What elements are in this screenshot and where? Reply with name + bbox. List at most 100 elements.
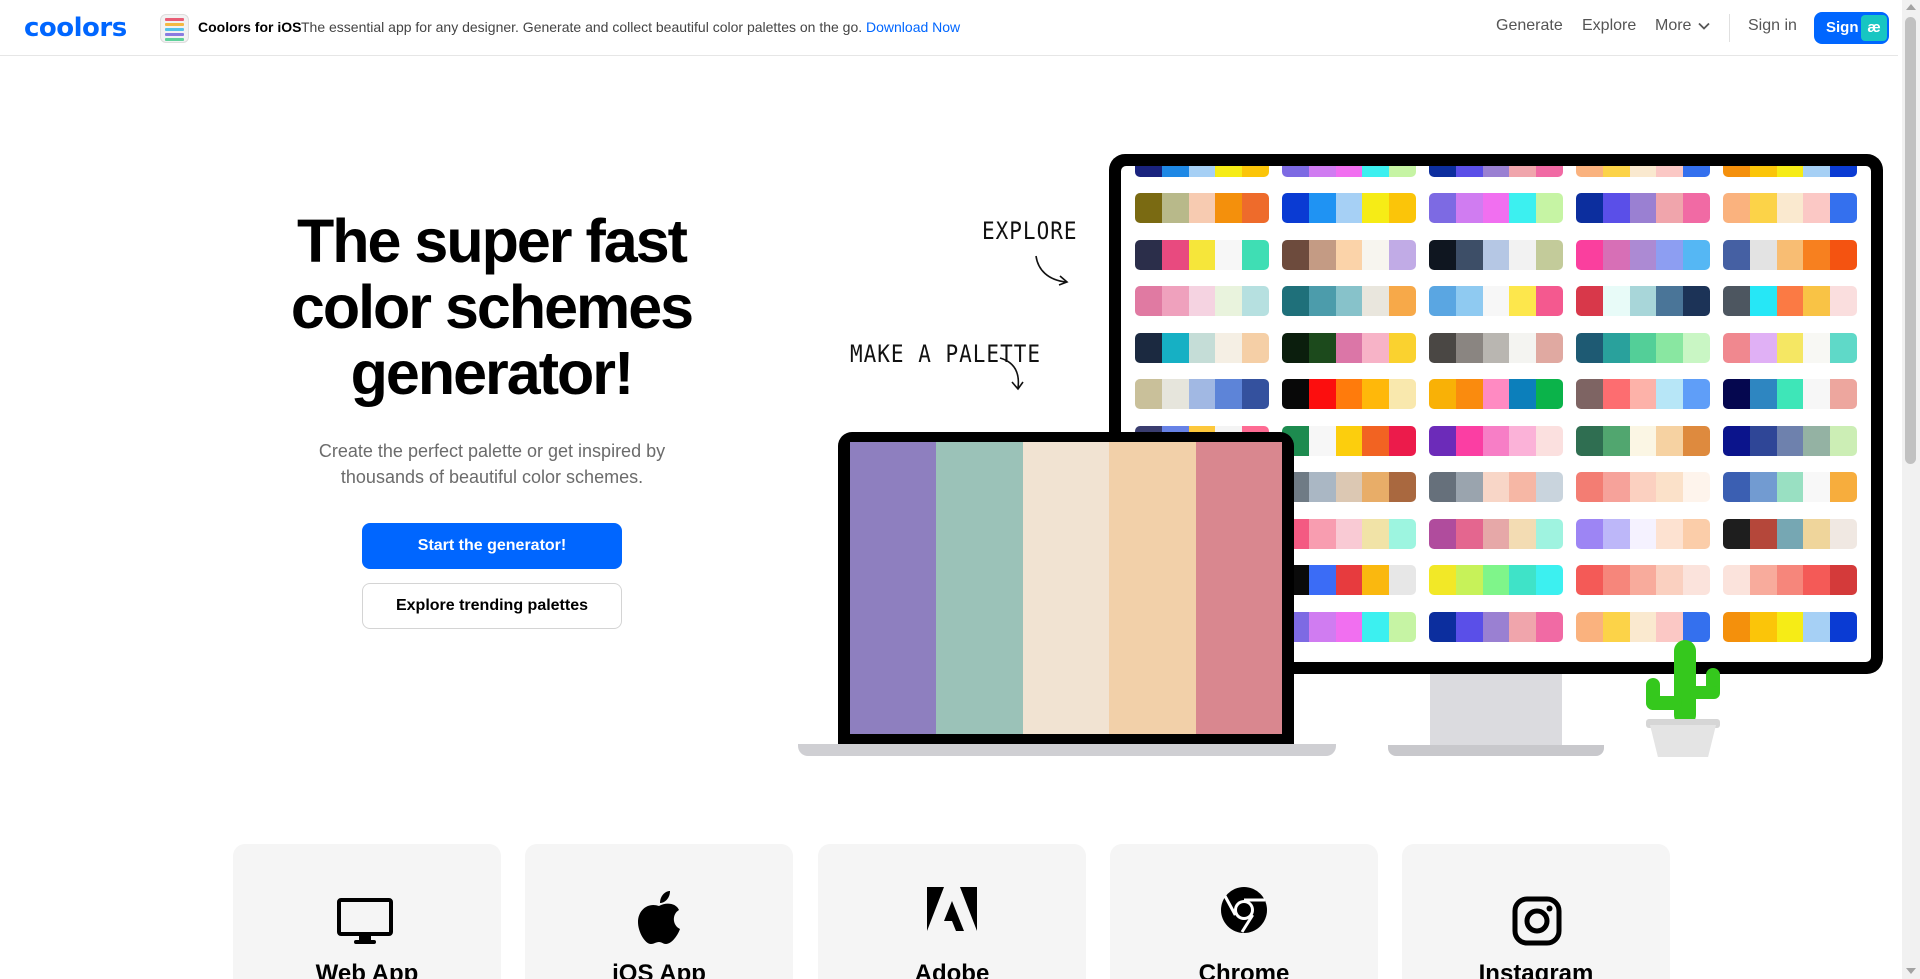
ios-app-icon[interactable]: [160, 14, 189, 43]
palette-swatch: [1135, 193, 1162, 223]
nav-divider: [1729, 14, 1730, 42]
browser-extension-icon[interactable]: æ: [1861, 15, 1887, 41]
palette-swatch: [1656, 518, 1684, 549]
palette-swatch: [1362, 472, 1390, 502]
palette-swatch: [1803, 425, 1831, 456]
palette-swatch: [1683, 425, 1710, 456]
nav-sign-in[interactable]: Sign in: [1748, 17, 1797, 35]
palette-swatch: [1776, 239, 1804, 270]
palette-swatch: [1308, 193, 1336, 223]
palette-swatch: [1683, 565, 1710, 595]
palette-swatch: [1830, 379, 1857, 409]
palette-swatch: [1215, 286, 1243, 316]
nav-generate[interactable]: Generate: [1496, 17, 1563, 35]
nav-more[interactable]: More: [1655, 17, 1691, 35]
palette-swatch: [1282, 166, 1309, 177]
feature-label: Instagram: [1478, 960, 1594, 979]
palette-swatch: [1389, 332, 1416, 363]
palette-swatch: [1576, 565, 1603, 595]
scrollbar-thumb[interactable]: [1905, 17, 1916, 464]
promo-text: The essential app for any designer. Gene…: [301, 19, 863, 35]
scroll-up-arrow-icon[interactable]: [1906, 4, 1916, 10]
palette-swatch: [1509, 239, 1537, 270]
palette-swatch: [1429, 332, 1456, 363]
palette-thumbnail: [1576, 518, 1710, 549]
palette-swatch: [1242, 379, 1269, 409]
palette-swatch: [1536, 286, 1563, 316]
palette-swatch: [1803, 565, 1831, 595]
coolors-logo[interactable]: coolors: [24, 13, 127, 43]
palette-swatch: [1629, 611, 1657, 642]
palette-swatch: [1282, 193, 1309, 223]
laptop-color-swatch: [850, 442, 937, 734]
palette-swatch: [1362, 565, 1390, 595]
palette-swatch: [1683, 286, 1710, 316]
palette-swatch: [1135, 379, 1162, 409]
nav-explore[interactable]: Explore: [1582, 17, 1636, 35]
palette-thumbnail: [1429, 166, 1563, 177]
palette-swatch: [1536, 518, 1563, 549]
palette-thumbnail: [1135, 332, 1269, 363]
palette-thumbnail: [1723, 332, 1857, 363]
palette-swatch: [1308, 239, 1336, 270]
palette-thumbnail: [1282, 518, 1416, 549]
palette-swatch: [1482, 611, 1510, 642]
palette-thumbnail: [1723, 472, 1857, 502]
start-generator-button[interactable]: Start the generator!: [362, 523, 622, 569]
palette-swatch: [1683, 239, 1710, 270]
palette-thumbnail: [1429, 565, 1563, 595]
palette-thumbnail: [1429, 286, 1563, 316]
feature-label: Web App: [315, 960, 419, 979]
palette-swatch: [1602, 193, 1630, 223]
explore-trending-button[interactable]: Explore trending palettes: [362, 583, 622, 629]
palette-swatch: [1482, 286, 1510, 316]
palette-thumbnail: [1282, 425, 1416, 456]
palette-swatch: [1576, 472, 1603, 502]
download-now-link[interactable]: Download Now: [866, 19, 960, 35]
palette-thumbnail: [1723, 565, 1857, 595]
palette-swatch: [1482, 379, 1510, 409]
promo-title: Coolors for iOS: [198, 19, 302, 35]
palette-thumbnail: [1723, 239, 1857, 270]
feature-label: Chrome: [1198, 960, 1290, 979]
palette-swatch: [1282, 239, 1309, 270]
palette-swatch: [1389, 425, 1416, 456]
monitor-stand: [1430, 674, 1562, 745]
chevron-down-icon[interactable]: [1698, 20, 1710, 32]
palette-swatch: [1656, 565, 1684, 595]
palette-swatch: [1482, 425, 1510, 456]
palette-swatch: [1335, 166, 1363, 177]
chrome-icon: [1221, 887, 1267, 933]
palette-swatch: [1576, 611, 1603, 642]
palette-swatch: [1536, 239, 1563, 270]
palette-swatch: [1803, 518, 1831, 549]
palette-swatch: [1215, 193, 1243, 223]
palette-swatch: [1576, 518, 1603, 549]
palette-swatch: [1362, 239, 1390, 270]
palette-swatch: [1656, 379, 1684, 409]
palette-swatch: [1509, 472, 1537, 502]
palette-swatch: [1482, 332, 1510, 363]
palette-swatch: [1830, 611, 1857, 642]
palette-swatch: [1629, 518, 1657, 549]
palette-swatch: [1602, 565, 1630, 595]
scroll-down-arrow-icon[interactable]: [1906, 968, 1916, 974]
palette-swatch: [1749, 286, 1777, 316]
palette-swatch: [1683, 166, 1710, 177]
palette-swatch: [1602, 332, 1630, 363]
palette-swatch: [1683, 332, 1710, 363]
curved-arrow-icon: [999, 357, 1024, 391]
palette-thumbnail: [1282, 565, 1416, 595]
palette-swatch: [1335, 611, 1363, 642]
palette-swatch: [1776, 166, 1804, 177]
palette-swatch: [1656, 239, 1684, 270]
palette-thumbnail: [1576, 286, 1710, 316]
palette-thumbnail: [1282, 193, 1416, 223]
palette-swatch: [1389, 565, 1416, 595]
palette-swatch: [1308, 379, 1336, 409]
palette-swatch: [1389, 286, 1416, 316]
palette-swatch: [1803, 239, 1831, 270]
palette-thumbnail: [1429, 425, 1563, 456]
hero-subtitle-line: thousands of beautiful color schemes.: [340, 467, 644, 487]
palette-swatch: [1656, 611, 1684, 642]
